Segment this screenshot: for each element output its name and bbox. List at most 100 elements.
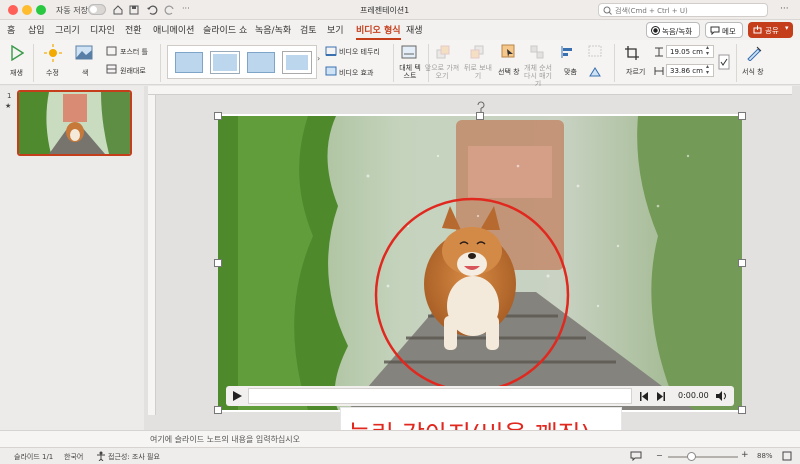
rotate-handle-icon[interactable] [476, 100, 486, 112]
record-button[interactable]: 녹음/녹화 [646, 22, 700, 38]
color-icon[interactable] [75, 45, 93, 60]
resize-handle-bottom-left[interactable] [214, 406, 222, 414]
accessibility-status[interactable]: 접근성: 조사 필요 [108, 452, 160, 462]
minimize-window-button[interactable] [22, 5, 32, 15]
video-styles-gallery[interactable] [167, 45, 317, 79]
video-border-label[interactable]: 비디오 테두리 [339, 47, 380, 57]
tab-transitions[interactable]: 전환 [125, 23, 142, 36]
send-backward-label[interactable]: 뒤로 보내기 [464, 64, 492, 80]
comments-button[interactable]: 메모 [705, 22, 743, 38]
resize-handle-top-left[interactable] [214, 112, 222, 120]
selection-pane-label[interactable]: 선택 창 [498, 67, 520, 77]
zoom-window-button[interactable] [36, 5, 46, 15]
tab-home[interactable]: 홈 [7, 23, 15, 36]
selection-pane-icon[interactable] [501, 44, 515, 58]
rotate-icon[interactable] [588, 66, 602, 78]
share-button[interactable]: 공유 ▾ [748, 22, 793, 38]
tab-review[interactable]: 검토 [300, 23, 317, 36]
width-value: 33.86 cm [670, 67, 703, 75]
group-icon[interactable] [588, 45, 602, 57]
video-effects-label[interactable]: 비디오 효과 [339, 68, 373, 78]
video-effects-icon[interactable] [325, 66, 337, 76]
autosave-toggle[interactable] [88, 4, 106, 15]
poster-frame-label[interactable]: 포스터 틀 [120, 47, 148, 57]
slide-thumbnail-1[interactable] [17, 90, 132, 156]
undo-icon[interactable] [146, 4, 158, 16]
tab-animations[interactable]: 애니메이션 [153, 23, 194, 36]
tab-playback[interactable]: 재생 [406, 23, 423, 36]
gallery-more-icon[interactable]: › [317, 54, 320, 63]
tab-video-format[interactable]: 비디오 형식 [356, 23, 401, 40]
window-title: 프레젠테이션1 [360, 6, 410, 15]
height-stepper[interactable]: ▴ ▾ [706, 45, 709, 57]
reorder-objects-label[interactable]: 개체 순서 다시 매기기 [522, 64, 554, 88]
notes-pane[interactable]: 여기에 슬라이드 노트의 내용을 입력하십시오 [0, 430, 800, 447]
tab-slideshow[interactable]: 슬라이드 쇼 [203, 23, 247, 36]
poster-frame-icon[interactable] [106, 46, 117, 56]
language-indicator[interactable]: 한국어 [64, 452, 83, 462]
search-placeholder: 검색(Cmd + Ctrl + U) [615, 7, 688, 15]
comment-view-icon[interactable] [630, 451, 642, 461]
volume-icon[interactable] [716, 391, 728, 401]
crop-label[interactable]: 자르기 [626, 67, 645, 77]
tab-insert[interactable]: 삽입 [28, 23, 45, 36]
resize-handle-left[interactable] [214, 259, 222, 267]
share-icon [753, 25, 762, 34]
alt-text-label[interactable]: 대체 텍스트 [398, 64, 422, 80]
redo-icon[interactable] [164, 4, 176, 16]
step-forward-icon[interactable] [656, 392, 665, 401]
zoom-level[interactable]: 88% [757, 452, 773, 460]
resize-handle-right[interactable] [738, 259, 746, 267]
video-frame[interactable] [218, 116, 742, 410]
video-style-2[interactable] [211, 52, 239, 73]
save-icon[interactable] [128, 4, 140, 16]
tab-draw[interactable]: 그리기 [55, 23, 80, 36]
tab-design[interactable]: 디자인 [90, 23, 115, 36]
corrections-label[interactable]: 수정 [46, 68, 59, 78]
crop-icon[interactable] [624, 45, 640, 61]
brightness-icon[interactable] [44, 44, 62, 62]
zoom-in-button[interactable]: + [741, 450, 749, 460]
video-progress-bar[interactable] [248, 388, 632, 404]
zoom-slider-handle[interactable] [687, 452, 696, 461]
bring-forward-icon[interactable] [436, 45, 450, 59]
slide-editor: 0:00.00 눌린 강아지(비율 깨짐) [144, 86, 800, 453]
more-commands-icon[interactable]: ··· [182, 4, 190, 13]
play-icon[interactable] [10, 45, 24, 61]
tab-recording[interactable]: 녹음/녹화 [255, 23, 291, 36]
video-style-1[interactable] [175, 52, 203, 73]
video-border-icon[interactable] [325, 46, 337, 56]
format-pane-icon[interactable] [746, 45, 762, 61]
zoom-slider[interactable] [668, 456, 738, 458]
width-stepper[interactable]: ▴ ▾ [706, 64, 709, 76]
resize-handle-top[interactable] [476, 112, 484, 120]
home-icon[interactable] [112, 4, 124, 16]
zoom-out-button[interactable]: − [656, 451, 663, 460]
align-label[interactable]: 맞춤 [564, 67, 577, 77]
height-icon [655, 47, 663, 57]
search-box[interactable]: 검색(Cmd + Ctrl + U) [598, 3, 768, 17]
step-back-icon[interactable] [640, 392, 649, 401]
autosave-label: 자동 저장 [56, 6, 88, 15]
align-icon[interactable] [560, 45, 574, 59]
video-style-4[interactable] [283, 52, 311, 73]
fit-to-window-icon[interactable] [782, 451, 792, 461]
record-label: 녹음/녹화 [662, 27, 693, 36]
reset-icon[interactable] [106, 64, 117, 74]
alt-text-icon[interactable] [401, 45, 417, 59]
send-backward-icon[interactable] [470, 45, 484, 59]
more-icon[interactable]: ··· [780, 4, 789, 14]
format-pane-label[interactable]: 서식 창 [742, 67, 764, 77]
bring-forward-label[interactable]: 앞으로 가져오기 [424, 64, 460, 80]
reset-label[interactable]: 원래대로 [120, 66, 146, 76]
close-window-button[interactable] [8, 5, 18, 15]
resize-handle-top-right[interactable] [738, 112, 746, 120]
video-style-3[interactable] [247, 52, 275, 73]
reorder-objects-icon[interactable] [530, 45, 544, 59]
resize-handle-bottom-right[interactable] [738, 406, 746, 414]
color-label[interactable]: 색 [82, 68, 88, 78]
share-label: 공유 [765, 26, 779, 35]
tab-view[interactable]: 보기 [327, 23, 344, 36]
lock-aspect-ratio-icon[interactable] [718, 54, 730, 70]
play-button-icon[interactable] [232, 391, 242, 401]
